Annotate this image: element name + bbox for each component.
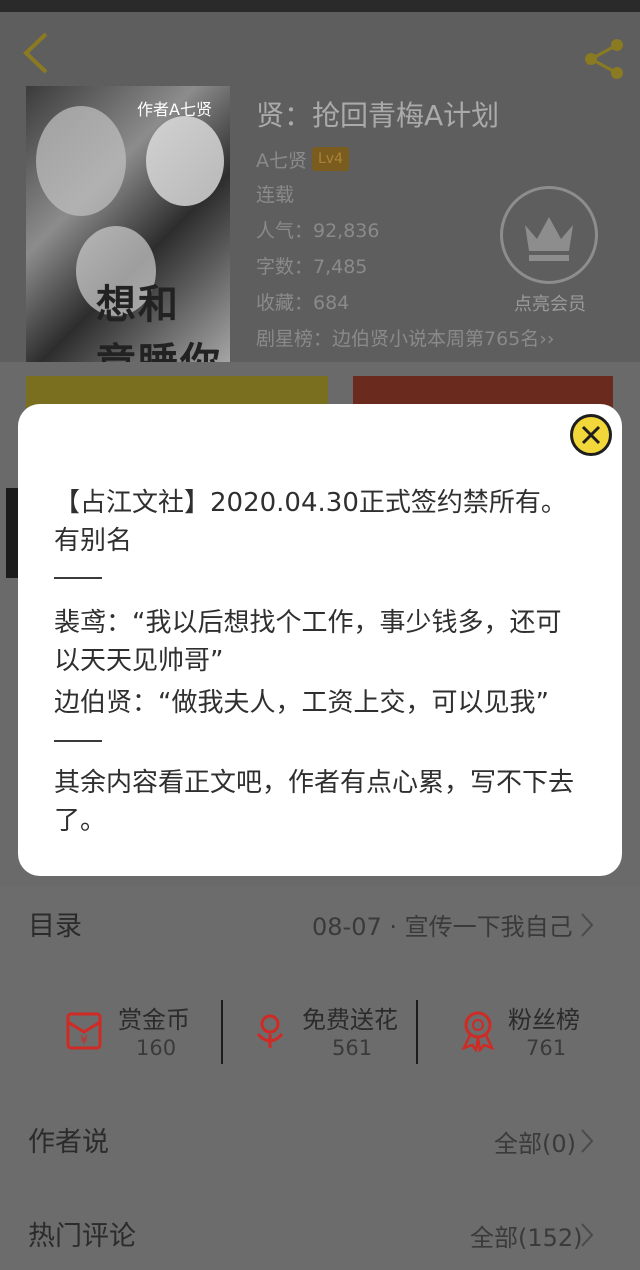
cover-author: 作者A七贤 xyxy=(137,100,212,119)
dialog-line: 【占江文社】2020.04.30正式签约禁所有。有别名 xyxy=(54,488,567,556)
reward-coin-button[interactable]: ¥ 赏金币 160 xyxy=(62,1000,192,1064)
chevron-right-icon xyxy=(580,912,594,938)
dialog-line: 裴鸢：“我以后想找个工作，事少钱多，还可以天天见帅哥” xyxy=(54,608,562,676)
dialog-divider xyxy=(54,740,102,742)
book-details-section xyxy=(0,887,640,1270)
stat-value: 561 xyxy=(332,1036,373,1060)
share-icon[interactable] xyxy=(582,36,628,82)
toc-latest[interactable]: 08-07 · 宣传一下我自己 xyxy=(312,907,573,942)
divider xyxy=(221,1000,223,1064)
close-button[interactable] xyxy=(570,414,612,456)
stat-name: 赏金币 xyxy=(118,1006,190,1034)
send-flower-button[interactable]: 免费送花 561 xyxy=(248,1000,398,1064)
stat-name: 免费送花 xyxy=(302,1006,398,1034)
vip-label: 点亮会员 xyxy=(514,294,586,315)
status-bar xyxy=(0,0,640,12)
hot-comments-all[interactable]: 全部(152) xyxy=(470,1218,583,1253)
stat-name: 粉丝榜 xyxy=(508,1006,580,1034)
red-envelope-icon: ¥ xyxy=(62,1008,106,1052)
dialog-line: 其余内容看正文吧，作者有点心累，写不下去了。 xyxy=(54,768,575,836)
chevron-right-icon xyxy=(580,1128,594,1154)
author-says-all[interactable]: 全部(0) xyxy=(494,1124,576,1159)
hot-comments-label[interactable]: 热门评论 xyxy=(28,1214,136,1253)
svg-text:¥: ¥ xyxy=(80,1033,88,1047)
author-name[interactable]: A七贤 xyxy=(256,146,307,173)
dialog-line: 边伯贤：“做我夫人，工资上交，可以见我” xyxy=(54,688,549,718)
badge-icon xyxy=(456,1008,500,1053)
back-icon[interactable] xyxy=(18,30,54,76)
cover-title: 想和 竟睡你 xyxy=(96,282,222,366)
chevron-right-icon xyxy=(580,1222,594,1248)
flower-icon xyxy=(248,1008,292,1052)
vip-button[interactable] xyxy=(500,186,598,284)
crown-icon xyxy=(525,217,573,261)
popularity-text: 人气：92,836 xyxy=(256,220,380,242)
book-cover[interactable]: 作者A七贤 想和 竟睡你 xyxy=(26,86,230,366)
status-text: 连载 xyxy=(256,184,295,206)
author-says-label[interactable]: 作者说 xyxy=(28,1120,109,1159)
cover-figure xyxy=(36,106,126,216)
stat-value: 761 xyxy=(526,1036,567,1060)
toc-label[interactable]: 目录 xyxy=(28,904,82,943)
book-title: 贤：抢回青梅A计划 xyxy=(256,99,500,132)
cover-figure xyxy=(146,116,224,206)
dialog-divider xyxy=(54,577,102,579)
word-count-text: 字数：7,485 xyxy=(256,256,368,278)
stat-value: 160 xyxy=(136,1036,177,1060)
close-icon xyxy=(581,425,601,445)
divider xyxy=(416,1000,418,1064)
favorites-text: 收藏：684 xyxy=(256,292,350,314)
fan-ranking-button[interactable]: 粉丝榜 761 xyxy=(456,1000,586,1064)
level-badge: Lv4 xyxy=(312,147,349,171)
ranking-link[interactable]: 剧星榜：边伯贤小说本周第765名›› xyxy=(256,324,554,351)
